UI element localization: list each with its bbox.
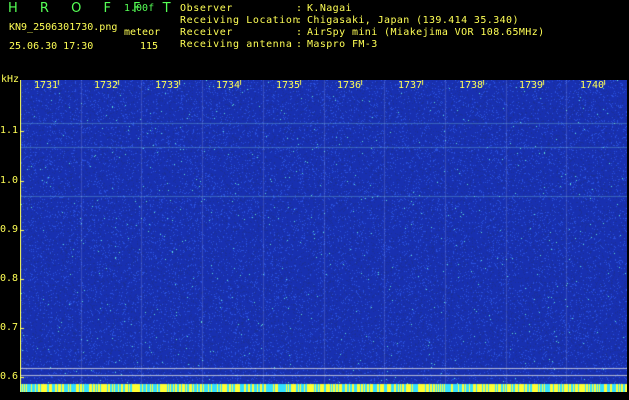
- hrofft-window: H R O F F T 1.00f KN9_2506301730.png 25.…: [0, 0, 629, 400]
- x-tick-label: 1736: [337, 80, 362, 91]
- y-tick-label: 1.0: [0, 175, 19, 186]
- spectrogram-canvas: [20, 80, 627, 392]
- observer-sep: :: [296, 3, 303, 14]
- antenna-label: Receiving antenna: [180, 39, 293, 50]
- location-sep: :: [296, 15, 303, 26]
- antenna-sep: :: [296, 39, 303, 50]
- y-tick-label: 0.6: [0, 371, 19, 382]
- receiver-value: AirSpy mini (Miakejima VOR 108.65MHz): [307, 27, 545, 38]
- location-label: Receiving Location: [180, 15, 300, 26]
- x-tick-label: 1734: [216, 80, 241, 91]
- y-tick-label: 0.7: [0, 322, 19, 333]
- receiver-label: Receiver: [180, 27, 233, 38]
- observer-value: K.Nagai: [307, 3, 352, 14]
- y-axis-unit: kHz: [1, 74, 20, 85]
- y-tick-label: 0.9: [0, 224, 19, 235]
- y-tick-label: 1.1: [0, 125, 19, 136]
- x-tick-label: 1738: [459, 80, 484, 91]
- x-tick-label: 1739: [519, 80, 544, 91]
- antenna-value: Maspro FM-3: [307, 39, 378, 50]
- location-value: Chigasaki, Japan (139.414 35.340): [307, 15, 519, 26]
- x-tick-label: 1733: [155, 80, 180, 91]
- x-tick-label: 1735: [276, 80, 301, 91]
- x-tick-label: 1732: [94, 80, 119, 91]
- meteor-count: 115: [140, 41, 159, 52]
- x-tick-label: 1731: [34, 80, 59, 91]
- receiver-sep: :: [296, 27, 303, 38]
- observation-datetime: 25.06.30 17:30: [9, 41, 94, 52]
- meteor-label: meteor: [124, 27, 161, 38]
- observer-label: Observer: [180, 3, 233, 14]
- x-tick-label: 1737: [398, 80, 423, 91]
- app-version: 1.00f: [124, 3, 155, 14]
- file-name: KN9_2506301730.png: [9, 22, 118, 33]
- x-tick-label: 1740: [580, 80, 605, 91]
- y-tick-label: 0.8: [0, 273, 19, 284]
